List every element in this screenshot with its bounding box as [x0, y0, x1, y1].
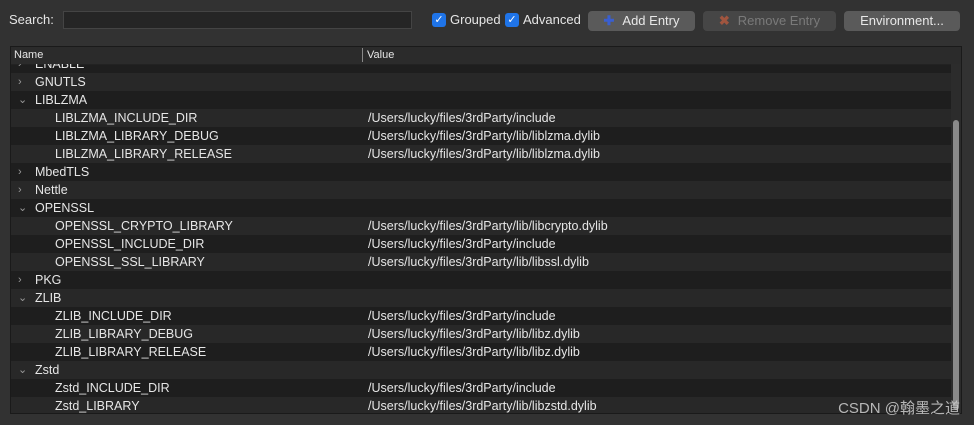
table-row[interactable]: OPENSSL_INCLUDE_DIR/Users/lucky/files/3r… [11, 235, 951, 253]
table-row[interactable]: OPENSSL_CRYPTO_LIBRARY/Users/lucky/files… [11, 217, 951, 235]
search-label: Search: [9, 12, 54, 27]
row-name: MbedTLS [35, 165, 90, 179]
chevron-right-icon[interactable]: › [18, 163, 22, 181]
chevron-right-icon[interactable]: › [18, 64, 22, 73]
scrollbar[interactable] [951, 64, 961, 413]
group-row[interactable]: › GNUTLS [11, 73, 951, 91]
row-value[interactable]: /Users/lucky/files/3rdParty/include [368, 109, 556, 127]
chevron-down-icon[interactable]: ⌄ [18, 91, 27, 109]
chevron-right-icon[interactable]: › [18, 271, 22, 289]
column-header-name[interactable]: Name [14, 49, 43, 61]
table-body: › ENABLE › GNUTLS ⌄ LIBLZMA LIBLZMA_INCLUDE_DI… [11, 64, 951, 413]
table-row[interactable]: ZLIB_LIBRARY_RELEASE/Users/lucky/files/3… [11, 343, 951, 361]
row-name: Zstd_LIBRARY [55, 399, 140, 413]
table-row[interactable]: LIBLZMA_LIBRARY_RELEASE/Users/lucky/file… [11, 145, 951, 163]
table-row[interactable]: ZLIB_LIBRARY_DEBUG/Users/lucky/files/3rd… [11, 325, 951, 343]
table-row[interactable]: LIBLZMA_INCLUDE_DIR/Users/lucky/files/3r… [11, 109, 951, 127]
add-entry-label: Add Entry [622, 13, 680, 28]
remove-entry-button[interactable]: ✖ Remove Entry [703, 11, 836, 31]
group-row[interactable]: ⌄ OPENSSL [11, 199, 951, 217]
row-name: ZLIB_LIBRARY_DEBUG [55, 327, 194, 341]
row-name: LIBLZMA_LIBRARY_DEBUG [55, 129, 219, 143]
environment-button[interactable]: Environment... [844, 11, 960, 31]
group-row[interactable]: › Nettle [11, 181, 951, 199]
row-name: Zstd [35, 363, 60, 377]
row-value[interactable]: /Users/lucky/files/3rdParty/include [368, 379, 556, 397]
row-value[interactable]: /Users/lucky/files/3rdParty/lib/libz.dyl… [368, 325, 580, 343]
add-entry-button[interactable]: ✚ Add Entry [588, 11, 695, 31]
row-name: ZLIB_LIBRARY_RELEASE [55, 345, 207, 359]
row-value[interactable]: /Users/lucky/files/3rdParty/lib/libssl.d… [368, 253, 589, 271]
grouped-label: Grouped [450, 12, 501, 27]
plus-icon: ✚ [603, 13, 615, 28]
cache-table: Name Value › ENABLE › GNUTLS ⌄ LIBLZMA LIBLZMA… [10, 46, 962, 414]
watermark: CSDN @翰墨之道 [838, 400, 960, 417]
row-name: LIBLZMA_INCLUDE_DIR [55, 111, 198, 125]
chevron-down-icon[interactable]: ⌄ [18, 199, 27, 217]
row-name: ENABLE [35, 64, 85, 71]
row-value[interactable]: /Users/lucky/files/3rdParty/lib/liblzma.… [368, 145, 600, 163]
x-icon: ✖ [718, 13, 730, 28]
column-header-value[interactable]: Value [367, 49, 394, 61]
group-row[interactable]: › ENABLE [11, 64, 951, 73]
table-row[interactable]: ZLIB_INCLUDE_DIR/Users/lucky/files/3rdPa… [11, 307, 951, 325]
group-row[interactable]: ⌄ ZLIB [11, 289, 951, 307]
row-name: ZLIB [35, 291, 62, 305]
advanced-checkbox[interactable]: ✓ Advanced [505, 12, 581, 27]
chevron-down-icon[interactable]: ⌄ [18, 289, 27, 307]
advanced-label: Advanced [523, 12, 581, 27]
row-value[interactable]: /Users/lucky/files/3rdParty/lib/libz.dyl… [368, 343, 580, 361]
row-value[interactable]: /Users/lucky/files/3rdParty/include [368, 307, 556, 325]
row-value[interactable]: /Users/lucky/files/3rdParty/lib/liblzma.… [368, 127, 600, 145]
chevron-right-icon[interactable]: › [18, 73, 22, 91]
group-row[interactable]: › MbedTLS [11, 163, 951, 181]
row-name: OPENSSL_SSL_LIBRARY [55, 255, 205, 269]
remove-entry-label: Remove Entry [737, 13, 821, 28]
row-name: PKG [35, 273, 62, 287]
row-name: LIBLZMA [35, 93, 88, 107]
row-name: GNUTLS [35, 75, 86, 89]
search-input[interactable] [63, 11, 412, 29]
table-row[interactable]: OPENSSL_SSL_LIBRARY/Users/lucky/files/3r… [11, 253, 951, 271]
table-row[interactable]: Zstd_LIBRARY/Users/lucky/files/3rdParty/… [11, 397, 951, 413]
row-value[interactable]: /Users/lucky/files/3rdParty/lib/libzstd.… [368, 397, 597, 413]
row-name: OPENSSL_INCLUDE_DIR [55, 237, 205, 251]
group-row[interactable]: ⌄ LIBLZMA [11, 91, 951, 109]
row-name: OPENSSL_CRYPTO_LIBRARY [55, 219, 233, 233]
table-row[interactable]: Zstd_INCLUDE_DIR/Users/lucky/files/3rdPa… [11, 379, 951, 397]
row-name: Zstd_INCLUDE_DIR [55, 381, 170, 395]
row-name: LIBLZMA_LIBRARY_RELEASE [55, 147, 232, 161]
table-header: Name Value [11, 47, 961, 65]
chevron-right-icon[interactable]: › [18, 181, 22, 199]
row-name: ZLIB_INCLUDE_DIR [55, 309, 172, 323]
grouped-checkbox[interactable]: ✓ Grouped [432, 12, 501, 27]
row-name: Nettle [35, 183, 68, 197]
row-value[interactable]: /Users/lucky/files/3rdParty/lib/libcrypt… [368, 217, 608, 235]
checkmark-icon: ✓ [505, 12, 519, 27]
checkmark-icon: ✓ [432, 12, 446, 27]
table-row[interactable]: LIBLZMA_LIBRARY_DEBUG/Users/lucky/files/… [11, 127, 951, 145]
group-row[interactable]: ⌄ Zstd [11, 361, 951, 379]
scrollbar-thumb[interactable] [953, 120, 959, 410]
group-row[interactable]: › PKG [11, 271, 951, 289]
row-name: OPENSSL [35, 201, 95, 215]
row-value[interactable]: /Users/lucky/files/3rdParty/include [368, 235, 556, 253]
chevron-down-icon[interactable]: ⌄ [18, 361, 27, 379]
